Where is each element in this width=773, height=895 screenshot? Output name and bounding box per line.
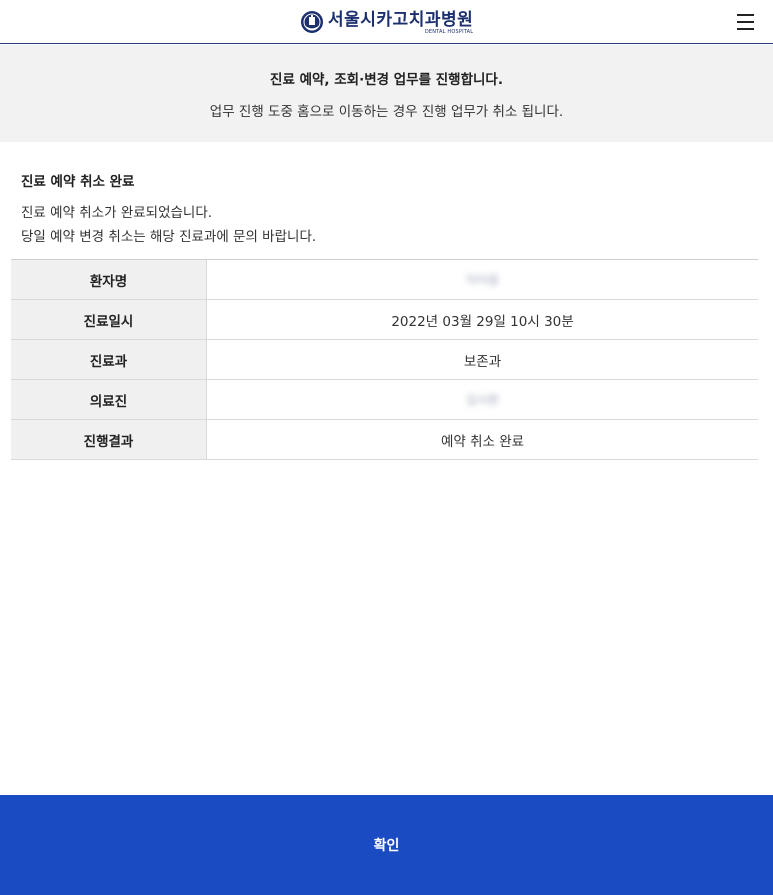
- table-row: 환자명 이이응: [11, 260, 758, 300]
- row-label-department: 진료과: [11, 340, 207, 379]
- hospital-subtitle: DENTAL HOSPITAL: [424, 29, 474, 35]
- doctor-name-value: 김시완: [465, 393, 500, 407]
- top-header: 서울시카고치과병원 DENTAL HOSPITAL: [0, 0, 773, 44]
- patient-name-value: 이이응: [465, 273, 500, 287]
- hamburger-menu-icon[interactable]: [735, 11, 757, 33]
- table-row: 의료진 김시완: [11, 380, 758, 420]
- row-label-doctor: 의료진: [11, 380, 207, 419]
- notice-title: 진료 예약, 조회·변경 업무를 진행합니다.: [270, 72, 503, 88]
- reservation-info-table: 환자명 이이응 진료일시 2022년 03월 29일 10시 30분 진료과 보…: [11, 259, 758, 460]
- hospital-logo[interactable]: 서울시카고치과병원 DENTAL HOSPITAL: [300, 7, 473, 37]
- result-message-line2: 당일 예약 변경 취소는 해당 진료과에 문의 바랍니다.: [21, 229, 317, 245]
- row-label-progress-result: 진행결과: [11, 420, 207, 459]
- row-value-appointment-datetime: 2022년 03월 29일 10시 30분: [391, 313, 574, 330]
- table-row: 진료일시 2022년 03월 29일 10시 30분: [11, 300, 758, 340]
- section-title: 진료 예약 취소 완료: [21, 174, 135, 190]
- notice-subtitle: 업무 진행 도중 홈으로 이동하는 경우 진행 업무가 취소 됩니다.: [209, 104, 564, 120]
- row-value-department: 보존과: [463, 353, 502, 370]
- row-value-progress-result: 예약 취소 완료: [440, 433, 525, 450]
- row-label-appointment-datetime: 진료일시: [11, 300, 207, 339]
- confirm-button[interactable]: 확인: [0, 795, 773, 895]
- row-value-patient-name: 이이응: [207, 260, 758, 299]
- row-label-patient-name: 환자명: [11, 260, 207, 299]
- table-row: 진행결과 예약 취소 완료: [11, 420, 758, 460]
- notice-banner: 진료 예약, 조회·변경 업무를 진행합니다. 업무 진행 도중 홈으로 이동하…: [0, 45, 773, 142]
- table-row: 진료과 보존과: [11, 340, 758, 380]
- hospital-emblem-icon: [301, 11, 323, 33]
- result-message-line1: 진료 예약 취소가 완료되었습니다.: [21, 205, 213, 221]
- row-value-doctor: 김시완: [207, 380, 758, 419]
